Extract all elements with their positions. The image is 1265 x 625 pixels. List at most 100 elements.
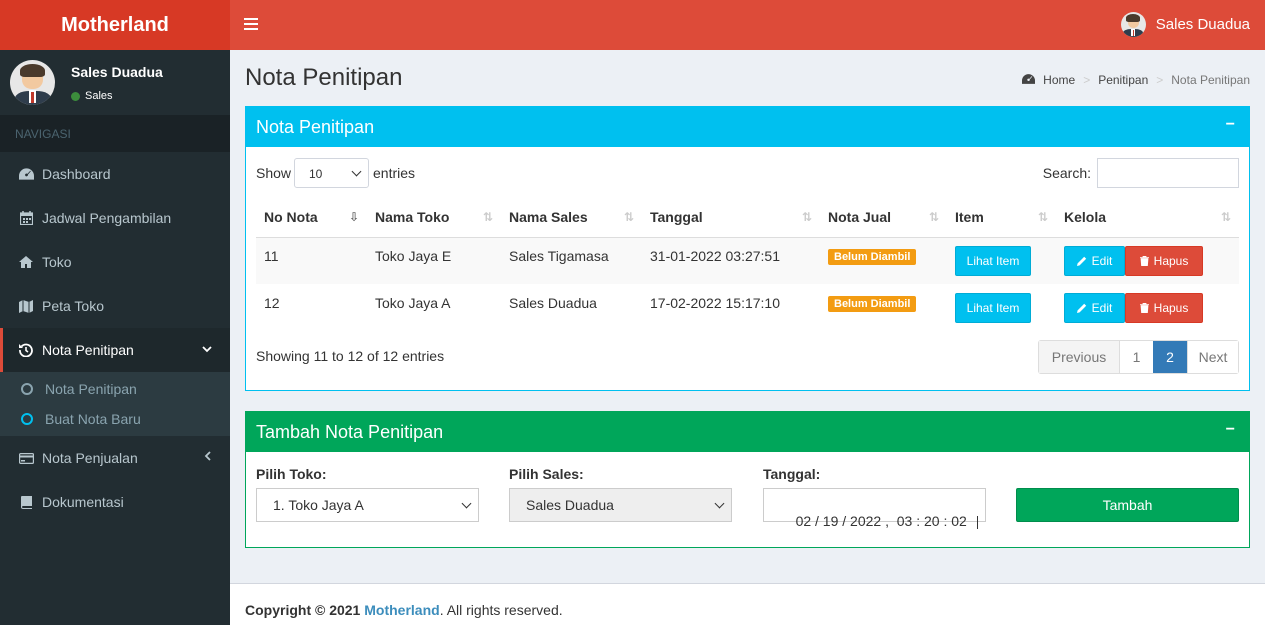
sidebar-item-dashboard[interactable]: Dashboard [0, 152, 230, 196]
sidebar-item-nota-penjualan[interactable]: Nota Penjualan [0, 436, 230, 480]
search-input[interactable] [1097, 158, 1239, 188]
submenu-item-nota-penitipan[interactable]: Nota Penitipan [0, 374, 230, 404]
submenu-nota-penitipan: Nota Penitipan Buat Nota Baru [0, 372, 230, 436]
submenu-item-buat-nota-baru[interactable]: Buat Nota Baru [0, 404, 230, 434]
dashboard-icon [18, 168, 34, 180]
pagination: Previous 1 2 Next [1038, 340, 1239, 374]
sidebar-toggle-icon[interactable] [244, 15, 258, 35]
footer-brand-link[interactable]: Motherland [364, 602, 439, 618]
breadcrumb-penitipan[interactable]: Penitipan [1098, 73, 1148, 87]
avatar [10, 60, 55, 105]
sort-icon: ⇅ [623, 210, 634, 224]
page-button-current[interactable]: 2 [1153, 341, 1187, 373]
sort-desc-icon: ⇩ [348, 210, 359, 224]
table-row: 11 Toko Jaya E Sales Tigamasa 31-01-2022… [256, 237, 1239, 284]
chevron-down-icon [461, 498, 472, 509]
online-dot-icon [71, 91, 80, 101]
page-title: Nota Penitipan [245, 64, 403, 91]
sort-icon: ⇅ [482, 210, 493, 224]
table-info: Showing 11 to 12 of 12 entries [256, 348, 445, 364]
column-header[interactable]: Nama Toko ⇅ [367, 197, 501, 238]
edit-button[interactable]: Edit [1064, 245, 1125, 276]
lihat-item-button[interactable]: Lihat Item [955, 245, 1031, 276]
edit-button[interactable]: Edit [1064, 292, 1125, 323]
user-menu-name: Sales Duadua [1155, 16, 1250, 33]
hapus-button[interactable]: Hapus [1125, 245, 1203, 276]
breadcrumb-separator: > [1083, 73, 1091, 87]
calendar-icon [18, 211, 34, 225]
trash-icon [1139, 302, 1149, 313]
nota-table: No Nota ⇩ Nama Toko ⇅ Nama Sales ⇅ Tanggal ⇅… [256, 197, 1239, 331]
collapse-button[interactable]: − [1226, 116, 1235, 134]
book-icon [18, 495, 34, 509]
nav-header: NAVIGASI [0, 115, 230, 152]
pencil-icon [1076, 256, 1086, 266]
credit-card-icon [18, 452, 34, 464]
entries-label: entries [373, 165, 416, 181]
breadcrumb: Home > Penitipan > Nota Penitipan [1022, 73, 1250, 87]
app-logo[interactable]: Motherland [0, 0, 230, 50]
home-icon [18, 256, 34, 268]
box-title: Nota Penitipan [256, 117, 375, 137]
sidebar-item-peta-toko[interactable]: Peta Toko [0, 284, 230, 328]
trash-icon [1139, 255, 1149, 266]
map-icon [18, 299, 34, 313]
circle-icon [21, 413, 33, 425]
collapse-button[interactable]: − [1226, 421, 1235, 439]
tanggal-label: Tanggal: [763, 466, 821, 482]
dashboard-icon [1022, 73, 1036, 87]
box-header: Nota Penitipan − [246, 107, 1249, 147]
column-header[interactable]: Tanggal ⇅ [642, 197, 820, 238]
tanggal-input[interactable]: 02 / 19 / 2022 , 03 : 20 : 02 [763, 488, 986, 529]
sidebar-item-toko[interactable]: Toko [0, 240, 230, 284]
user-panel-status: Sales [71, 90, 113, 102]
user-menu[interactable]: Sales Duadua [1120, 12, 1250, 37]
breadcrumb-separator: > [1156, 73, 1164, 87]
previous-button[interactable]: Previous [1039, 341, 1119, 373]
sidebar: Sales Duadua Sales NAVIGASI Dashboard Ja… [0, 50, 230, 625]
sort-icon: ⇅ [928, 210, 939, 224]
next-button[interactable]: Next [1187, 341, 1238, 373]
sort-icon: ⇅ [801, 210, 812, 224]
box-title: Tambah Nota Penitipan [256, 422, 444, 442]
chevron-left-icon [204, 450, 212, 464]
tambah-button[interactable]: Tambah [1016, 488, 1239, 522]
hapus-button[interactable]: Hapus [1125, 292, 1203, 323]
sales-select[interactable]: Sales Duadua [509, 488, 732, 522]
toko-select[interactable]: 1. Toko Jaya A [256, 488, 479, 522]
sidebar-item-jadwal[interactable]: Jadwal Pengambilan [0, 196, 230, 240]
breadcrumb-current: Nota Penitipan [1171, 73, 1250, 87]
chevron-down-icon [714, 498, 725, 509]
pencil-icon [1076, 303, 1086, 313]
breadcrumb-home[interactable]: Home [1043, 73, 1075, 87]
circle-icon [21, 383, 33, 395]
tambah-nota-box: Tambah Nota Penitipan − Pilih Toko: 1. T… [245, 411, 1250, 548]
status-badge: Belum Diambil [828, 295, 917, 312]
status-badge: Belum Diambil [828, 248, 917, 265]
user-panel-name: Sales Duadua [71, 64, 163, 80]
top-navbar: Sales Duadua [230, 0, 1265, 50]
table-row: 12 Toko Jaya A Sales Duadua 17-02-2022 1… [256, 284, 1239, 331]
show-label: Show [256, 165, 292, 181]
footer: Copyright © 2021 Motherland. All rights … [230, 583, 1265, 625]
sidebar-item-dokumentasi[interactable]: Dokumentasi [0, 480, 230, 524]
column-header[interactable]: Nama Sales ⇅ [501, 197, 642, 238]
toko-label: Pilih Toko: [256, 466, 327, 482]
sort-icon: ⇅ [1037, 210, 1048, 224]
table-controls: Show 10 entries Search: [256, 158, 1239, 188]
avatar [1120, 12, 1146, 37]
search-label: Search: [1042, 165, 1091, 181]
sales-label: Pilih Sales: [509, 466, 584, 482]
box-header: Tambah Nota Penitipan − [246, 412, 1249, 452]
column-header[interactable]: Kelola ⇅ [1056, 197, 1239, 238]
page-length-select[interactable]: 10 [294, 158, 369, 188]
column-header[interactable]: Item ⇅ [947, 197, 1056, 238]
sort-icon: ⇅ [1220, 210, 1231, 224]
lihat-item-button[interactable]: Lihat Item [955, 292, 1031, 323]
column-header[interactable]: No Nota ⇩ [256, 197, 367, 238]
sidebar-item-nota-penitipan[interactable]: Nota Penitipan [0, 328, 230, 372]
page-button[interactable]: 1 [1119, 341, 1153, 373]
column-header[interactable]: Nota Jual ⇅ [820, 197, 947, 238]
history-icon [18, 343, 34, 357]
chevron-down-icon [202, 342, 212, 356]
